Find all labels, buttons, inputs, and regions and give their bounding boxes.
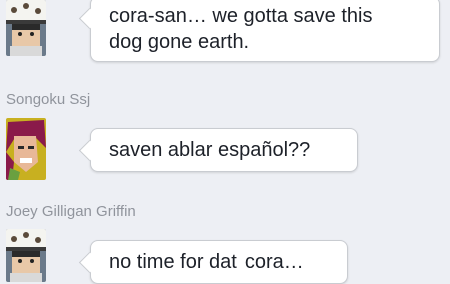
- law-hat-avatar-icon: [6, 229, 46, 282]
- message-bubble[interactable]: no time for dat cora…: [78, 240, 348, 284]
- sender-name[interactable]: Songoku Ssj: [6, 91, 90, 108]
- bubble-tail: [78, 139, 101, 162]
- law-hat-avatar-icon: [6, 0, 46, 56]
- message-text-line: saven ablar español??: [109, 139, 311, 161]
- message-text: no time for dat: [109, 251, 237, 273]
- avatar[interactable]: [6, 229, 46, 282]
- bubble-tail: [78, 251, 101, 274]
- message-text-line: cora-san… we gotta save this: [109, 5, 373, 27]
- avatar[interactable]: [6, 118, 46, 180]
- message-bubble[interactable]: cora-san… we gotta save this dog gone ea…: [78, 0, 440, 62]
- message-text-chip: cora…: [238, 249, 310, 275]
- sender-name[interactable]: Joey Gilligan Griffin: [6, 203, 136, 220]
- message-text-line: dog gone earth.: [109, 31, 250, 53]
- message-bubble[interactable]: saven ablar español??: [78, 128, 358, 172]
- red-hair-character-avatar-icon: [6, 118, 46, 180]
- avatar[interactable]: [6, 0, 46, 56]
- message-text-line: no time for dat cora…: [109, 249, 333, 275]
- bubble-tail: [78, 7, 101, 30]
